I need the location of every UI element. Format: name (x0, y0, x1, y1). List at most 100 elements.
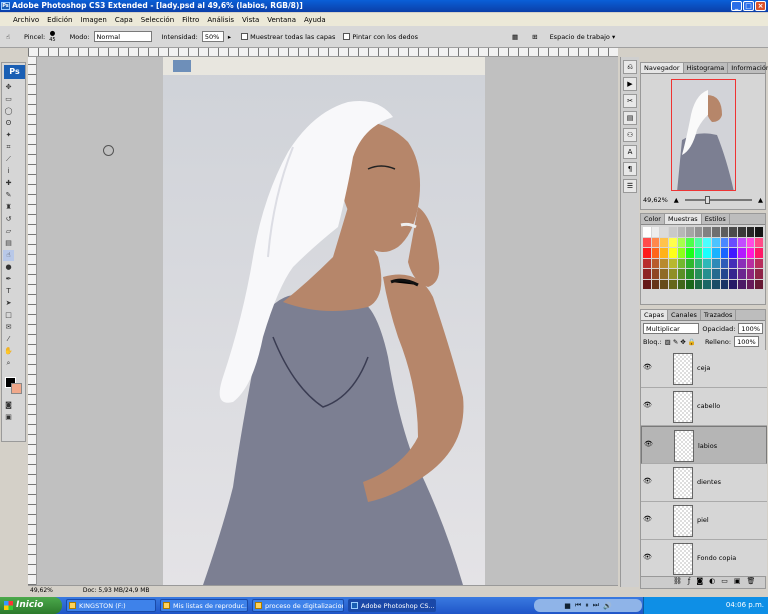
swatch[interactable] (660, 269, 668, 279)
group-icon[interactable]: ▭ (721, 577, 728, 588)
swatch[interactable] (651, 258, 660, 268)
swatch[interactable] (686, 237, 694, 247)
trash-icon[interactable]: 🗑 (747, 577, 756, 588)
swatch[interactable] (660, 227, 668, 237)
swatch[interactable] (712, 237, 720, 247)
swatch[interactable] (668, 269, 677, 279)
swatch[interactable] (703, 227, 712, 237)
smudge-tool-icon[interactable]: ☝ (6, 33, 10, 41)
zoom-tool-icon[interactable]: ⌕ (3, 358, 14, 369)
swatch[interactable] (668, 237, 677, 247)
history-brush-icon[interactable]: ↺ (3, 214, 14, 225)
lock-icons[interactable]: ▨ ✎ ✥ 🔒 (665, 338, 696, 346)
opacity-input[interactable]: 100% (738, 323, 763, 334)
gradient-tool-icon[interactable]: ▤ (3, 238, 14, 249)
menu-capa[interactable]: Capa (114, 16, 134, 24)
next-icon[interactable]: ⏭ (593, 601, 599, 610)
ellipse-marquee-icon[interactable]: ◯ (3, 106, 14, 117)
notes-tool-icon[interactable]: ✉ (3, 322, 14, 333)
shape-tool-icon[interactable]: □ (3, 310, 14, 321)
swatch[interactable] (746, 227, 755, 237)
swatch[interactable] (755, 279, 763, 289)
link-layers-icon[interactable]: ⛓ (673, 577, 682, 588)
adjustment-icon[interactable]: ◐ (709, 577, 715, 588)
swatch[interactable] (712, 258, 720, 268)
eye-icon[interactable]: 👁 (644, 441, 653, 448)
menu-vista[interactable]: Vista (241, 16, 260, 24)
swatch[interactable] (668, 258, 677, 268)
swatch[interactable] (738, 227, 746, 237)
tab-canales[interactable]: Canales (668, 310, 701, 320)
swatch[interactable] (660, 279, 668, 289)
slice-tool-icon[interactable]: ⟋ (3, 154, 14, 165)
path-select-icon[interactable]: ➤ (3, 298, 14, 309)
workspace-button[interactable]: Espacio de trabajo ▾ (550, 33, 616, 41)
zoom-in-icon[interactable]: ▲ (758, 196, 763, 204)
tab-estilos[interactable]: Estilos (702, 214, 730, 224)
swatch[interactable] (755, 269, 763, 279)
layer-row[interactable]: 👁 Fondo copia (641, 540, 767, 576)
swatch[interactable] (720, 269, 729, 279)
tab-navegador[interactable]: Navegador (641, 63, 684, 73)
swatch[interactable] (738, 237, 746, 247)
eye-icon[interactable]: 👁 (643, 554, 652, 561)
swatch[interactable] (651, 269, 660, 279)
swatch[interactable] (703, 279, 712, 289)
swatch[interactable] (703, 237, 712, 247)
dodge-tool-icon[interactable]: ● (3, 262, 14, 273)
healing-brush-icon[interactable]: ✚ (3, 178, 14, 189)
blend-mode-select[interactable]: Multiplicar (643, 323, 700, 334)
magic-wand-icon[interactable]: ✦ (3, 130, 14, 141)
menu-filtro[interactable]: Filtro (181, 16, 200, 24)
crop-tool-icon[interactable]: ⌗ (3, 142, 14, 153)
swatch[interactable] (643, 258, 651, 268)
swatch[interactable] (746, 258, 755, 268)
task-proceso[interactable]: proceso de digitalizacion (252, 599, 344, 612)
menu-analisis[interactable]: Análisis (206, 16, 235, 24)
quick-mask-icon[interactable]: ◙ (3, 400, 14, 411)
layer-comps-icon[interactable]: ▤ (623, 111, 637, 125)
swatch[interactable] (746, 248, 755, 258)
layer-row[interactable]: 👁 ceja (641, 350, 767, 388)
swatch[interactable] (738, 279, 746, 289)
tab-capas[interactable]: Capas (641, 310, 669, 320)
fx-icon[interactable]: ƒ (688, 577, 690, 588)
lasso-tool-icon[interactable]: ʘ (3, 118, 14, 129)
zoom-slider-handle[interactable] (704, 196, 710, 204)
zoom-readout[interactable]: 49,62% (30, 586, 53, 595)
type-tool-icon[interactable]: T (3, 286, 14, 297)
menu-edicion[interactable]: Edición (46, 16, 73, 24)
swatch[interactable] (720, 258, 729, 268)
close-button[interactable]: × (755, 1, 766, 11)
intensity-arrow-icon[interactable]: ▸ (228, 33, 231, 41)
pen-tool-icon[interactable]: ✒ (3, 274, 14, 285)
brush-picker[interactable]: ● 45 (49, 29, 55, 44)
swatch[interactable] (651, 237, 660, 247)
menu-archivo[interactable]: Archivo (12, 16, 40, 24)
swatch[interactable] (746, 269, 755, 279)
eyedropper-icon[interactable]: ⅰ (3, 166, 14, 177)
menu-imagen[interactable]: Imagen (80, 16, 108, 24)
navigator-zoom-value[interactable]: 49,62% (643, 196, 668, 204)
eye-icon[interactable]: 👁 (643, 364, 652, 371)
task-kingston[interactable]: KINGSTON (F:) (66, 599, 156, 612)
sample-all-layers-checkbox[interactable]: Muestrear todas las capas (241, 33, 335, 41)
swatch[interactable] (720, 279, 729, 289)
swatch[interactable] (677, 279, 686, 289)
minimize-button[interactable]: _ (731, 1, 742, 11)
menu-ventana[interactable]: Ventana (266, 16, 297, 24)
swatch[interactable] (686, 258, 694, 268)
clone-source-icon[interactable]: ⚇ (623, 128, 637, 142)
mask-icon[interactable]: ◙ (696, 577, 703, 588)
swatch[interactable] (677, 269, 686, 279)
swatch[interactable] (738, 248, 746, 258)
swatch[interactable] (694, 258, 703, 268)
tab-trazados[interactable]: Trazados (701, 310, 737, 320)
brush-tool-icon[interactable]: ✎ (3, 190, 14, 201)
swatch[interactable] (755, 237, 763, 247)
swatch[interactable] (729, 258, 738, 268)
finger-paint-checkbox[interactable]: Pintar con los dedos (343, 33, 418, 41)
hand-tool-icon[interactable]: ✋ (3, 346, 14, 357)
swatch[interactable] (729, 237, 738, 247)
swatch[interactable] (703, 258, 712, 268)
